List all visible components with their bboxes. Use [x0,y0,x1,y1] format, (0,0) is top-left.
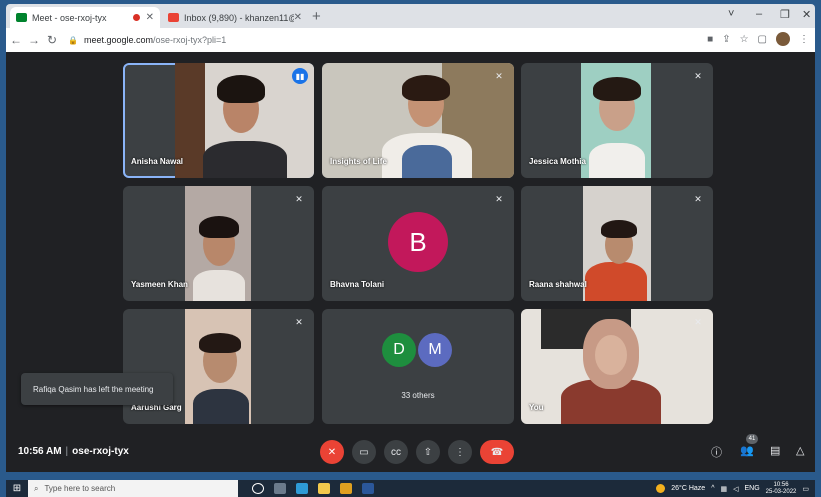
participant-avatar: B [388,212,448,272]
url-field[interactable]: 🔒 meet.google.com/ose-rxoj-tyx?pli=1 [68,35,226,45]
bookmark-star-icon[interactable]: ☆ [740,34,749,45]
back-icon[interactable]: ← [8,33,24,47]
windows-taskbar: ⊞ ⌕ Type here to search 26°C Haze ^ ▦ ◁ … [6,480,815,497]
people-icon[interactable]: 👥 [740,444,754,457]
present-screen-button[interactable]: ⇧ [416,440,440,464]
participant-tile[interactable]: ✕ Jessica Mothia [521,63,713,178]
muted-mic-icon: ✕ [694,193,702,204]
taskbar-search-input[interactable]: ⌕ Type here to search [28,480,238,497]
muted-mic-icon: ✕ [295,316,303,327]
participant-tile[interactable]: ✕ Insights of Life [322,63,514,178]
recording-indicator-icon [132,14,140,21]
address-bar-row: ← → ↻ 🔒 meet.google.com/ose-rxoj-tyx?pli… [6,28,815,52]
participant-tile-self[interactable]: ✕ You [521,309,713,424]
windows-start-icon[interactable]: ⊞ [6,483,28,494]
share-icon[interactable]: ⇪ [722,34,730,45]
tab-search-icon[interactable]: ˅ [728,8,734,20]
notifications-icon[interactable]: ▭ [802,485,809,493]
system-tray: 26°C Haze ^ ▦ ◁ ENG 10:56 25-03-2022 ▭ [656,480,809,497]
mic-toggle-button[interactable]: ✕ [320,440,344,464]
close-tab-icon[interactable]: ✕ [294,12,302,23]
forward-icon[interactable]: → [26,33,42,47]
others-count-label: 33 others [401,391,435,400]
profile-avatar[interactable] [776,32,790,46]
participant-tile[interactable]: ▮▮ Anisha Nawal [123,63,314,178]
participant-tile[interactable]: ✕ Raana shahwal [521,186,713,301]
participant-name: Insights of Life [330,157,387,166]
tray-chevron-icon[interactable]: ^ [711,485,714,492]
tab-meet[interactable]: Meet - ose-rxoj-tyx ✕ [10,7,160,28]
volume-icon[interactable]: ◁ [733,485,738,493]
close-tab-icon[interactable]: ✕ [146,12,154,23]
participant-name: Jessica Mothia [529,157,586,166]
participant-name: Bhavna Tolani [330,280,385,289]
muted-mic-icon: ✕ [694,70,702,81]
search-icon: ⌕ [34,483,39,493]
network-icon[interactable]: ▦ [720,485,727,493]
meet-favicon-icon [16,13,27,22]
cortana-icon[interactable] [252,483,264,494]
side-panel-icon[interactable]: ▢ [758,34,767,45]
tab-title: Meet - ose-rxoj-tyx [32,12,107,23]
clock-time: 10:56 [773,481,789,488]
menu-kebab-icon[interactable]: ⋮ [799,34,809,45]
gmail-favicon-icon [168,13,179,22]
tab-title: Inbox (9,890) - khanzen11@gma [184,12,294,23]
participant-tile-others[interactable]: D M 33 others [322,309,514,424]
lock-icon: 🔒 [68,35,78,45]
minimize-button[interactable]: – [756,8,762,20]
meeting-code: ose-rxoj-tyx [72,446,129,457]
word-icon[interactable] [362,483,374,494]
edge-icon[interactable] [296,483,308,494]
chat-icon[interactable]: ▤ [770,444,780,457]
system-clock[interactable]: 10:56 25-03-2022 [766,482,797,496]
activities-icon[interactable]: △ [796,444,804,457]
more-options-button[interactable]: ⋮ [448,440,472,464]
meeting-info-icon[interactable]: ⓘ [711,444,722,460]
end-call-button[interactable]: ☎ [480,440,514,464]
close-window-button[interactable]: ✕ [802,8,811,21]
chrome-icon[interactable] [340,483,352,494]
task-view-icon[interactable] [274,483,286,494]
search-placeholder: Type here to search [44,484,116,493]
meeting-time: 10:56 AM [18,446,62,457]
participant-tile[interactable]: ✕ Yasmeen Khan [123,186,314,301]
browser-tab-bar: Meet - ose-rxoj-tyx ✕ Inbox (9,890) - kh… [6,4,815,28]
restore-button[interactable]: ❐ [780,8,790,21]
meeting-control-bar: 10:56 AM | ose-rxoj-tyx ✕ ▭ cc ⇧ ⋮ ☎ ⓘ 👥 4… [6,432,815,472]
muted-mic-icon: ✕ [495,70,503,81]
weather-text[interactable]: 26°C Haze [671,485,705,492]
language-indicator[interactable]: ENG [745,485,760,492]
new-tab-button[interactable]: + [312,8,321,25]
file-explorer-icon[interactable] [318,483,330,494]
divider: | [65,446,69,457]
muted-mic-icon: ✕ [694,316,702,327]
left-meeting-toast: Rafiqa Qasim has left the meeting [21,373,173,405]
participant-tile[interactable]: B ✕ Bhavna Tolani [322,186,514,301]
camera-toggle-button[interactable]: ▭ [352,440,376,464]
participant-name: Raana shahwal [529,280,587,289]
participant-name: Yasmeen Khan [131,280,188,289]
participant-avatar: M [418,333,452,367]
weather-icon [656,484,666,493]
muted-mic-icon: ✕ [495,193,503,204]
muted-mic-icon: ✕ [295,193,303,204]
camera-in-use-icon[interactable]: ■ [707,34,713,45]
participant-name: Anisha Nawal [131,157,184,166]
url-host: meet.google.com [83,35,154,45]
captions-button[interactable]: cc [384,440,408,464]
reload-icon[interactable]: ↻ [44,33,60,47]
tab-inbox[interactable]: Inbox (9,890) - khanzen11@gma ✕ [162,7,308,28]
speaking-indicator-icon: ▮▮ [292,68,308,84]
meet-stage: ▮▮ Anisha Nawal ✕ Insights of Life ✕ Jes… [6,52,815,472]
participant-count-badge: 41 [746,434,758,444]
meeting-details: 10:56 AM | ose-rxoj-tyx [18,446,129,457]
participant-tile[interactable]: ✕ Aarushi Garg [123,309,314,424]
participant-avatar: D [382,333,416,367]
clock-date: 25-03-2022 [765,488,797,495]
participant-name: You [529,403,544,412]
url-path: /ose-rxoj-tyx?pli=1 [153,35,227,45]
